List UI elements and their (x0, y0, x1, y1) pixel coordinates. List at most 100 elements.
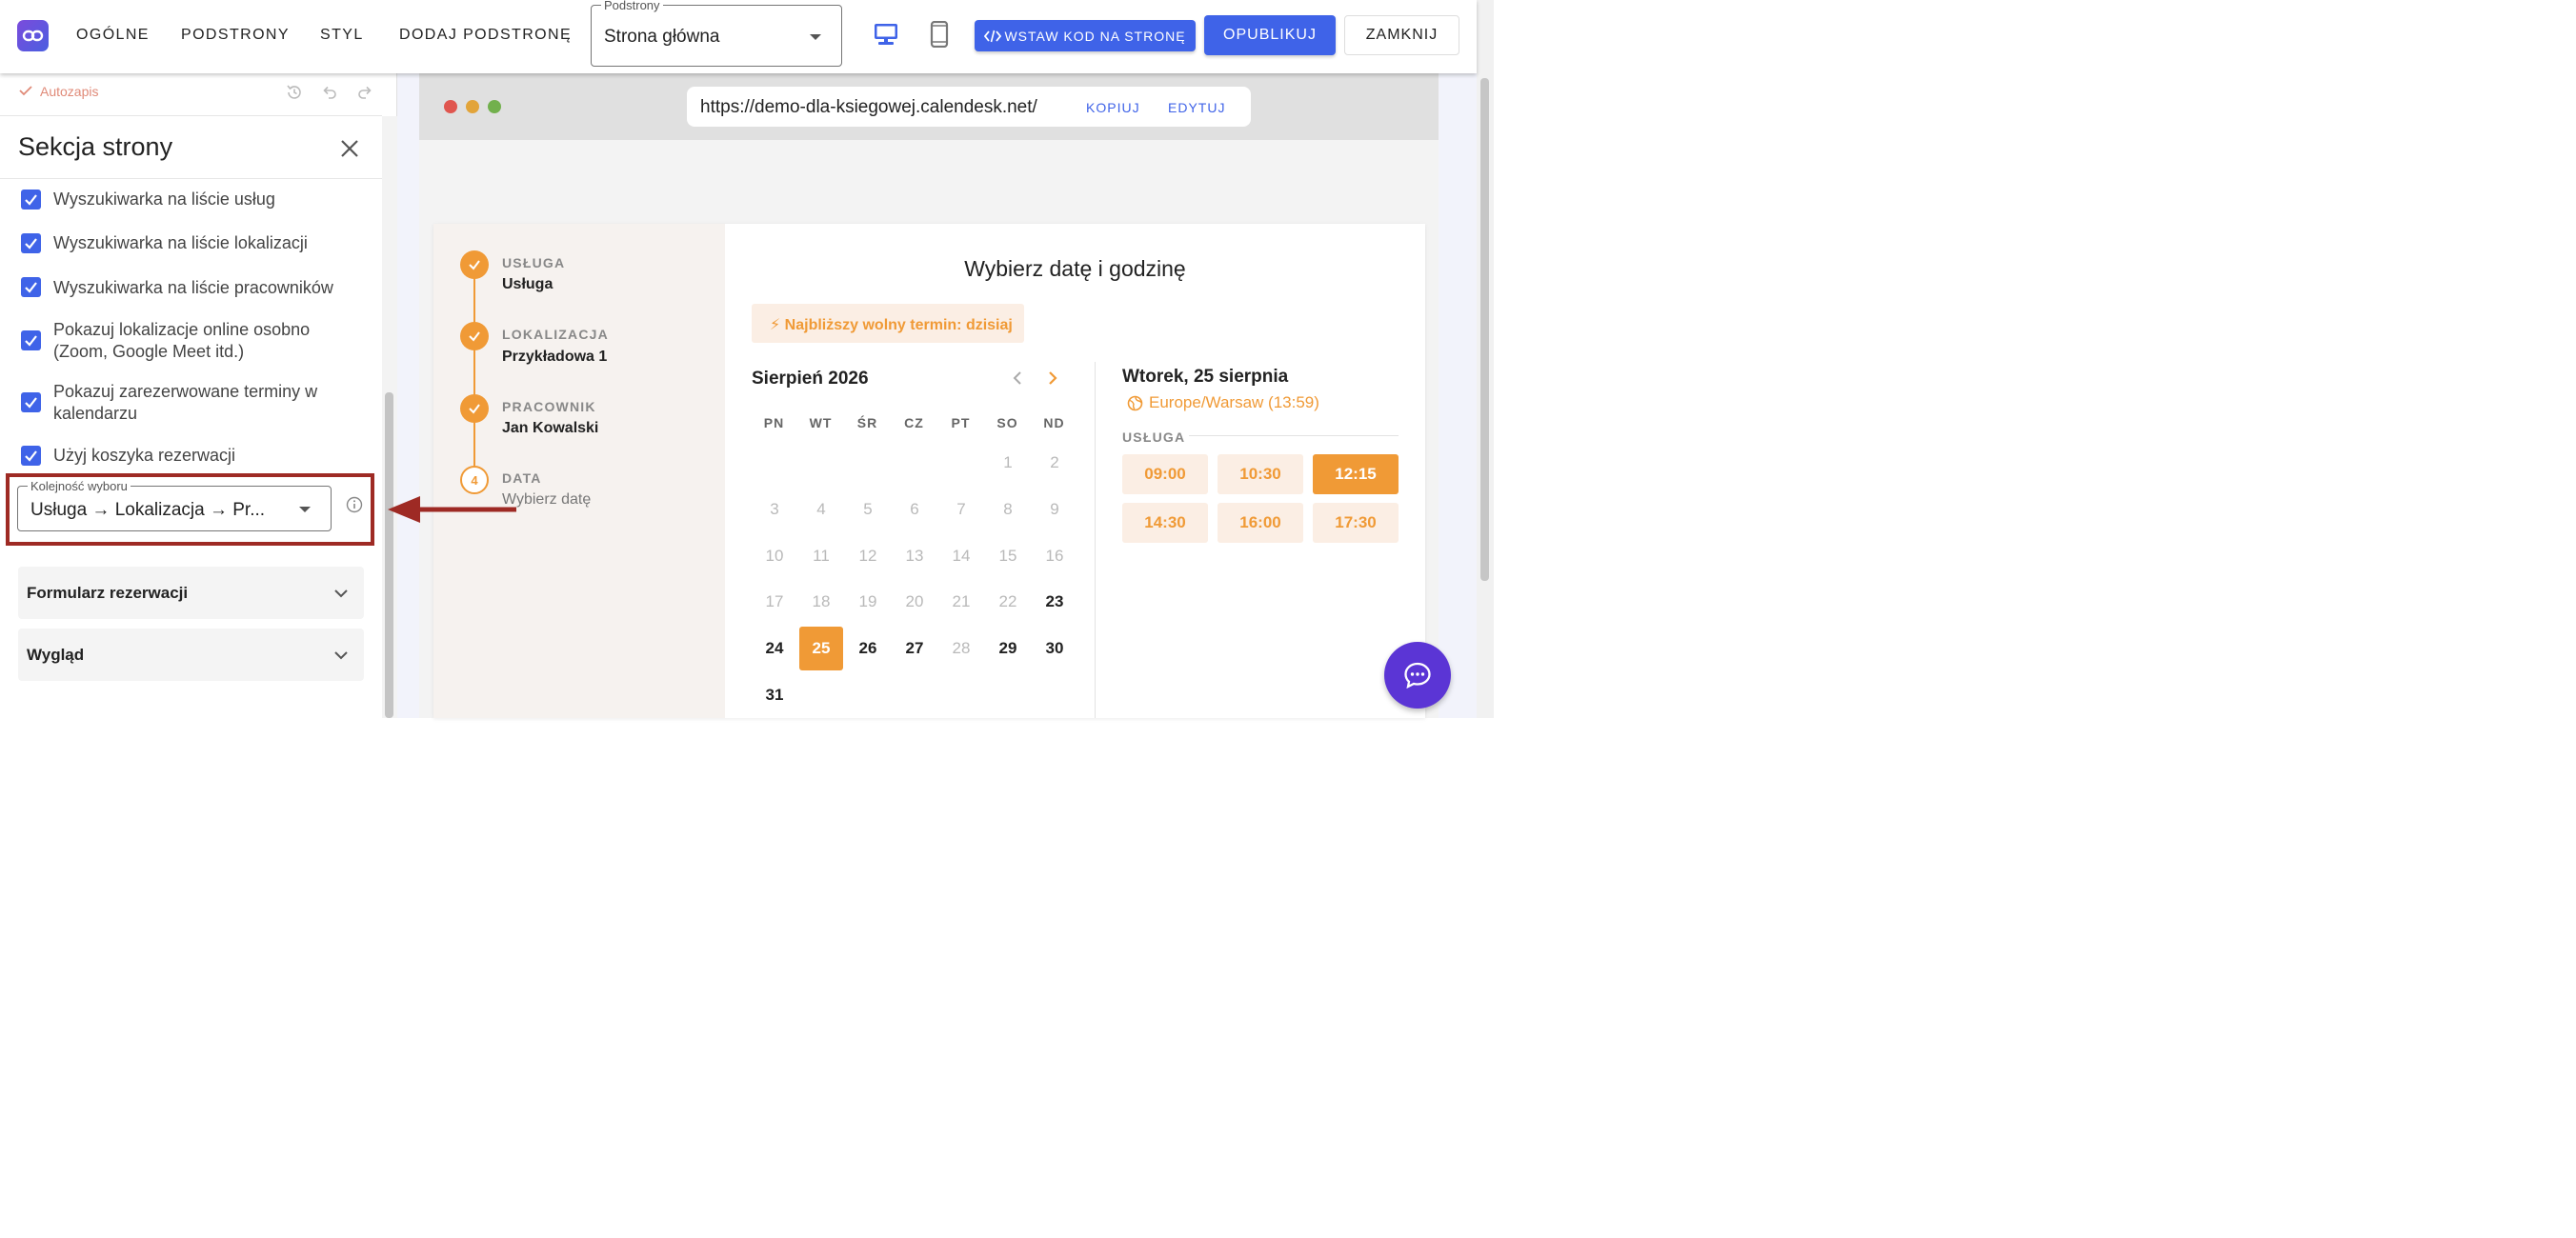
selection-order-label: Kolejność wyboru (28, 479, 131, 493)
calendar-day: 28 (952, 639, 971, 658)
calendar-day: 12 (858, 546, 877, 565)
booking-widget: USŁUGA Usługa LOKALIZACJA Przykładowa 1 … (433, 224, 1425, 718)
calendar-day[interactable]: 24 (753, 627, 796, 670)
time-slot-button[interactable]: 17:30 (1313, 503, 1399, 543)
close-icon[interactable] (339, 138, 360, 159)
calendar-day: 2 (1050, 453, 1059, 471)
step-done-check-icon[interactable] (460, 322, 489, 350)
maximize-dot-icon (488, 100, 501, 113)
nav-subpages[interactable]: PODSTRONY (181, 27, 290, 44)
appearance-accordion[interactable]: Wygląd (18, 629, 364, 681)
info-icon[interactable] (346, 496, 363, 513)
calendesk-logo[interactable] (17, 20, 49, 51)
search-employees-label: Wyszukiwarka na liście pracowników (53, 278, 333, 297)
browser-toolbar: https://demo-dla-ksiegowej.calendesk.net… (419, 73, 1439, 140)
checkmark-icon (25, 450, 37, 462)
calendar-heading: Wybierz datę i godzinę (964, 256, 1186, 281)
checkmark-icon (25, 238, 37, 250)
chevron-down-icon (299, 507, 311, 512)
url-bar: https://demo-dla-ksiegowej.calendesk.net… (687, 87, 1251, 127)
nav-style[interactable]: STYL (320, 27, 364, 44)
nearest-slot-button[interactable]: ⚡ Najbliższy wolny termin: dzisiaj (752, 304, 1024, 343)
calendar-day: 6 (910, 499, 919, 518)
url-text: https://demo-dla-ksiegowej.calendesk.net… (700, 97, 1037, 117)
close-button[interactable]: ZAMKNIJ (1344, 15, 1459, 55)
chat-button[interactable] (1384, 642, 1451, 709)
desktop-view-button[interactable] (873, 21, 899, 52)
chevron-left-icon[interactable] (1010, 370, 1025, 386)
search-employees-checkbox[interactable] (21, 277, 41, 297)
step-employee-value: Jan Kowalski (502, 420, 599, 436)
search-services-label: Wyszukiwarka na liście usług (53, 190, 275, 209)
nav-add-subpage[interactable]: DODAJ PODSTRONĘ (399, 27, 572, 44)
panel-title: Sekcja strony (18, 132, 173, 161)
checkmark-icon (25, 397, 37, 409)
calendar-day: 8 (1003, 499, 1013, 518)
calendar-day[interactable]: 26 (846, 627, 890, 670)
month-label: Sierpień 2026 (752, 369, 869, 389)
appearance-label: Wygląd (27, 646, 85, 664)
chevron-down-icon (334, 651, 348, 660)
calendar-day: 5 (863, 499, 873, 518)
undo-icon[interactable] (320, 83, 339, 102)
check-icon (19, 86, 32, 96)
divider (0, 178, 382, 179)
autosave-row: Autozapis (0, 73, 382, 116)
calendar-day[interactable]: 31 (753, 673, 796, 717)
search-services-checkbox[interactable] (21, 190, 41, 210)
time-slot-button[interactable]: 09:00 (1122, 454, 1208, 494)
timezone-label[interactable]: Europe/Warsaw (13:59) (1149, 393, 1319, 412)
time-slot-button[interactable]: 14:30 (1122, 503, 1208, 543)
divider (1189, 435, 1399, 436)
page-scrollbar[interactable] (1480, 78, 1489, 581)
booking-cart-checkbox[interactable] (21, 446, 41, 466)
search-locations-label: Wyszukiwarka na liście lokalizacji (53, 233, 308, 252)
weekday-label: CZ (904, 415, 924, 430)
redo-icon[interactable] (355, 83, 374, 102)
time-slot-button[interactable]: 12:15 (1313, 454, 1399, 494)
nav-general[interactable]: OGÓLNE (76, 27, 150, 44)
online-locations-checkbox[interactable] (21, 330, 41, 350)
calendar-day: 9 (1050, 499, 1059, 518)
panel-scrollbar[interactable] (385, 392, 393, 718)
checkmark-icon (25, 194, 37, 206)
calendar-day: 4 (816, 499, 826, 518)
weekday-label: ŚR (856, 415, 878, 430)
calendar-day[interactable]: 25 (799, 627, 843, 671)
booking-form-accordion[interactable]: Formularz rezerwacji (18, 567, 364, 619)
step-done-check-icon[interactable] (460, 394, 489, 423)
chevron-right-icon[interactable] (1045, 370, 1060, 386)
code-icon (984, 30, 1002, 42)
subpage-select-label: Podstrony (601, 0, 663, 12)
calendar-day: 21 (952, 592, 971, 611)
embed-code-button[interactable]: WSTAW KOD NA STRONĘ (975, 20, 1196, 51)
selection-order-select[interactable]: Kolejność wyboru Usługa → Lokalizacja → … (17, 479, 332, 531)
steps-connector (473, 266, 475, 481)
smartphone-icon (930, 20, 949, 49)
calendar-day[interactable]: 27 (893, 627, 936, 670)
annotation-arrow-icon (388, 496, 516, 523)
selected-day-title: Wtorek, 25 sierpnia (1122, 367, 1289, 387)
section-settings-panel: Autozapis Sekcja strony Wyszukiwarka na … (0, 73, 397, 718)
calendar-day: 19 (858, 592, 877, 611)
copy-url-button[interactable]: KOPIUJ (1086, 100, 1140, 115)
desktop-icon (875, 24, 897, 45)
close-dot-icon (444, 100, 457, 113)
calendar-day[interactable]: 30 (1033, 627, 1077, 670)
edit-url-button[interactable]: EDYTUJ (1168, 100, 1225, 115)
booked-slots-checkbox[interactable] (21, 392, 41, 412)
mobile-view-button[interactable] (929, 20, 950, 52)
time-slot-button[interactable]: 16:00 (1218, 503, 1303, 543)
subpage-select[interactable]: Podstrony Strona główna (591, 0, 842, 67)
calendar-day: 1 (1003, 453, 1013, 471)
calendar-day: 7 (956, 499, 966, 518)
calendar-day[interactable]: 23 (1033, 580, 1077, 624)
history-icon[interactable] (285, 83, 304, 102)
publish-button[interactable]: OPUBLIKUJ (1204, 15, 1336, 55)
search-locations-checkbox[interactable] (21, 233, 41, 253)
service-section-label: USŁUGA (1122, 429, 1186, 445)
step-date-title: DATA (502, 470, 542, 486)
calendar-day[interactable]: 29 (986, 627, 1030, 670)
time-slot-button[interactable]: 10:30 (1218, 454, 1303, 494)
calendar-day: 13 (905, 546, 924, 565)
